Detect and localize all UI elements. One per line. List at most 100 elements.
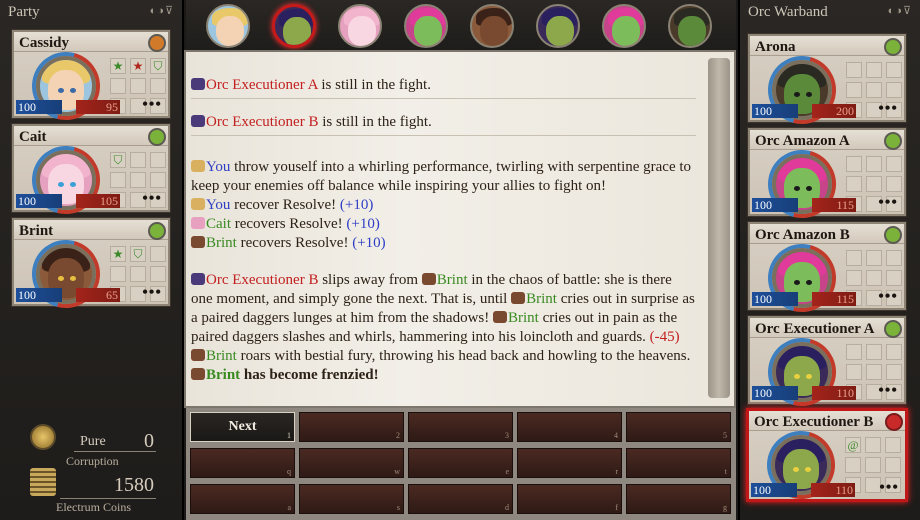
combat-log: Orc Executioner A is still in the fight.… [184, 50, 736, 408]
action-slot[interactable]: 2 [299, 412, 404, 442]
turn-portrait-cait[interactable] [338, 4, 382, 48]
coins-icon [30, 468, 56, 496]
resolve-value: 115 [812, 292, 856, 306]
action-slot[interactable]: 4 [517, 412, 622, 442]
ally-icon [191, 217, 205, 229]
character-name: Brint [19, 223, 54, 239]
turn-portrait-orc-amazon-b[interactable] [602, 4, 646, 48]
health-value: 100 [752, 292, 798, 306]
log-scrollbar[interactable] [708, 58, 730, 398]
log-line: You throw youself into a whirling perfor… [191, 159, 692, 194]
log-line: Cait recovers Resolve! (+10) [191, 215, 696, 234]
turn-portrait-cassidy[interactable] [206, 4, 250, 48]
log-line: You recover Resolve! (+10) [191, 196, 696, 215]
action-slot[interactable]: r [517, 448, 622, 478]
coins-caption: Electrum Coins [56, 500, 131, 514]
character-name: Cait [19, 129, 47, 145]
corruption-label: Pure [80, 434, 106, 449]
star-icon: ★ [130, 58, 146, 74]
more-button[interactable]: ••• [142, 96, 162, 114]
corruption-caption: Corruption [66, 454, 119, 468]
enemy-card-orc-amazon-b[interactable]: Orc Amazon B 100 115 ••• [748, 222, 906, 325]
enemy-title: Orc Warband [748, 4, 828, 20]
health-value: 100 [16, 288, 62, 302]
enemy-icon [191, 115, 205, 127]
log-line: Brint roars with bestial fury, throwing … [191, 347, 696, 385]
resolve-value: 95 [76, 100, 120, 114]
party-header: Party ◐◑⊽ [0, 0, 182, 26]
more-button[interactable]: ••• [142, 284, 162, 302]
turn-portrait-brint[interactable] [470, 4, 514, 48]
more-button[interactable]: ••• [878, 100, 898, 118]
enemy-card-orc-executioner-a[interactable]: Orc Executioner A 100 110 ••• [748, 316, 906, 419]
shield-icon: ⛉ [110, 152, 126, 168]
health-value: 100 [16, 194, 62, 208]
enemy-card-arona[interactable]: Arona 100 200 ••• [748, 34, 906, 137]
action-slot[interactable]: s [299, 484, 404, 514]
resolve-value: 110 [812, 386, 856, 400]
enemy-icon [191, 78, 205, 90]
resolve-value: 110 [811, 483, 855, 497]
star-icon: ★ [110, 58, 126, 74]
enemy-card-orc-amazon-a[interactable]: Orc Amazon A 100 115 ••• [748, 128, 906, 231]
action-slot[interactable]: t [626, 448, 731, 478]
shield-icon: ⛉ [150, 58, 166, 74]
ally-icon [421, 273, 436, 285]
star-icon: ★ [110, 246, 126, 262]
more-button[interactable]: ••• [878, 382, 898, 400]
health-value: 100 [752, 104, 798, 118]
class-icon [148, 34, 166, 52]
log-line: Orc Executioner B is still in the fight. [191, 113, 696, 132]
ally-icon [493, 311, 507, 323]
player-icon [191, 160, 205, 172]
enemy-icon [191, 273, 205, 285]
spiral-icon: @ [845, 437, 861, 453]
party-card-cassidy[interactable]: Cassidy ★ ★ ⛉ 100 95 ••• [12, 30, 170, 133]
more-button[interactable]: ••• [878, 194, 898, 212]
action-slot[interactable]: g [626, 484, 731, 514]
enemy-card-orc-executioner-b[interactable]: Orc Executioner B @ 100 110 ••• [746, 408, 908, 512]
next-button[interactable]: Next 1 [190, 412, 295, 442]
character-name: Arona [755, 39, 796, 55]
turn-portrait-orc-executioner-a[interactable] [536, 4, 580, 48]
resolve-value: 115 [812, 198, 856, 212]
class-icon [884, 132, 902, 150]
health-value: 100 [752, 386, 798, 400]
action-slot[interactable]: 5 [626, 412, 731, 442]
sort-icons[interactable]: ◐◑⊽ [150, 4, 174, 22]
corruption-icon [30, 424, 56, 450]
class-icon [884, 226, 902, 244]
log-line: Brint recovers Resolve! (+10) [191, 234, 696, 253]
party-title: Party [8, 4, 40, 20]
action-slot[interactable]: w [299, 448, 404, 478]
more-button[interactable]: ••• [142, 190, 162, 208]
health-value: 100 [16, 100, 62, 114]
resolve-value: 65 [76, 288, 120, 302]
more-button[interactable]: ••• [879, 479, 899, 497]
character-name: Orc Executioner B [754, 414, 874, 430]
sort-icons[interactable]: ◐◑⊽ [888, 4, 912, 22]
action-slot[interactable]: e [408, 448, 513, 478]
health-value: 100 [751, 483, 797, 497]
party-card-brint[interactable]: Brint ★ ⛉ 100 65 ••• [12, 218, 170, 321]
turn-portrait-orc-executioner-b[interactable] [272, 4, 316, 48]
class-icon [884, 38, 902, 56]
turn-portrait-arona[interactable] [668, 4, 712, 48]
character-name: Cassidy [19, 35, 70, 51]
action-slot[interactable]: f [517, 484, 622, 514]
action-slot[interactable]: d [408, 484, 513, 514]
character-name: Orc Amazon B [755, 227, 850, 243]
party-card-cait[interactable]: Cait ⛉ 100 105 ••• [12, 124, 170, 227]
action-slot[interactable]: 3 [408, 412, 513, 442]
turn-portrait-orc-amazon-a[interactable] [404, 4, 448, 48]
ally-icon [191, 349, 205, 361]
action-slot[interactable]: q [190, 448, 295, 478]
log-line: Orc Executioner A is still in the fight. [191, 76, 696, 95]
class-icon [148, 128, 166, 146]
health-value: 100 [752, 198, 798, 212]
action-slot[interactable]: a [190, 484, 295, 514]
ally-icon [191, 236, 205, 248]
more-button[interactable]: ••• [878, 288, 898, 306]
player-icon [191, 198, 205, 210]
ally-icon [191, 368, 205, 380]
